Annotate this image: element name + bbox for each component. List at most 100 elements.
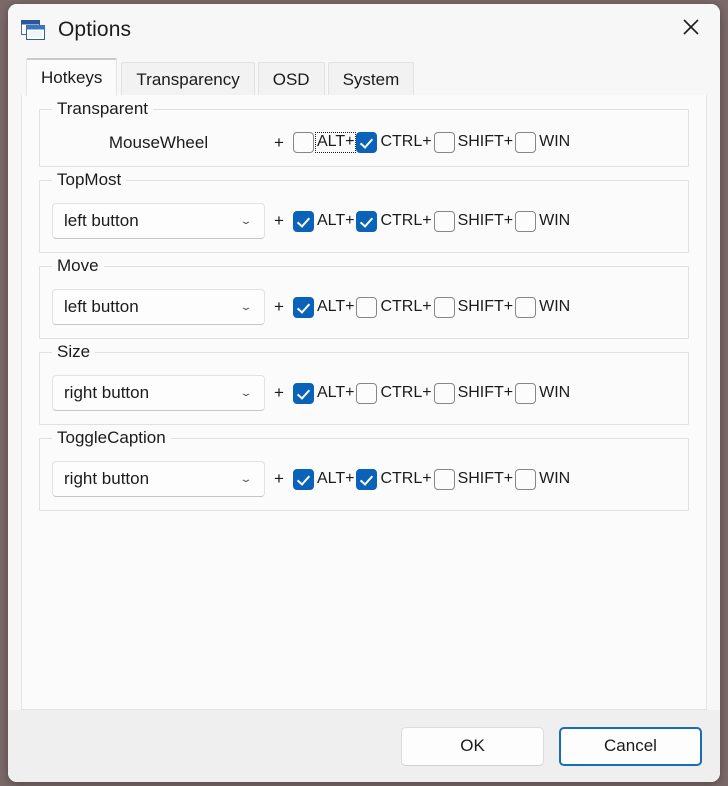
- modifier-ctrl-togglecaption: CTRL+: [356, 468, 433, 490]
- tab-hotkeys[interactable]: Hotkeys: [26, 58, 118, 96]
- checkbox-label-win-size: WIN: [539, 383, 571, 401]
- modifier-shift-togglecaption: SHIFT+: [433, 468, 516, 490]
- checkbox-ctrl-togglecaption[interactable]: [356, 468, 378, 490]
- checkbox-win-move[interactable]: [515, 296, 537, 318]
- hotkey-row-transparent: MouseWheel + ALT+ CTRL+ SHIFT+ WIN: [52, 132, 676, 153]
- modifier-alt-togglecaption: ALT+: [292, 468, 357, 490]
- trigger-select-topmost[interactable]: left button ⌄: [52, 203, 265, 239]
- modifier-shift-move: SHIFT+: [433, 296, 516, 318]
- checkbox-ctrl-move[interactable]: [356, 296, 378, 318]
- checkbox-label-ctrl-togglecaption: CTRL+: [380, 469, 432, 487]
- checkbox-win-topmost[interactable]: [515, 210, 537, 232]
- checkbox-win-transparent[interactable]: [515, 132, 537, 153]
- trigger-select-value-togglecaption: right button: [64, 469, 150, 488]
- group-label-togglecaption: ToggleCaption: [52, 428, 171, 448]
- modifier-alt-size: ALT+: [292, 382, 357, 404]
- checkbox-shift-size[interactable]: [433, 382, 455, 404]
- modifier-win-togglecaption: WIN: [515, 468, 572, 490]
- checkbox-label-alt-togglecaption: ALT+: [316, 469, 355, 487]
- chevron-down-icon: ⌄: [239, 387, 253, 399]
- hotkey-row-move: left button ⌄ + ALT+ CTRL+ SHIFT+ WIN: [52, 289, 676, 325]
- checkbox-shift-move[interactable]: [433, 296, 455, 318]
- modifier-ctrl-topmost: CTRL+: [356, 210, 433, 232]
- checkbox-label-shift-topmost: SHIFT+: [457, 211, 514, 229]
- windows-stack-icon: [20, 17, 46, 43]
- checkbox-label-win-move: WIN: [539, 297, 571, 315]
- modifier-shift-topmost: SHIFT+: [433, 210, 516, 232]
- group-label-size: Size: [52, 342, 96, 362]
- checkbox-ctrl-size[interactable]: [356, 382, 378, 404]
- hotkey-row-topmost: left button ⌄ + ALT+ CTRL+ SHIFT+ WIN: [52, 203, 676, 239]
- group-topmost: TopMost left button ⌄ + ALT+ CTRL+ SHIFT+ WIN: [39, 170, 689, 253]
- checkbox-label-ctrl-move: CTRL+: [380, 297, 432, 315]
- checkbox-shift-topmost[interactable]: [433, 210, 455, 232]
- title-bar: Options: [8, 4, 720, 56]
- modifier-ctrl-move: CTRL+: [356, 296, 433, 318]
- group-size: Size right button ⌄ + ALT+ CTRL+ SHIFT+ WIN: [39, 342, 689, 425]
- checkbox-label-shift-togglecaption: SHIFT+: [457, 469, 514, 487]
- cancel-button[interactable]: Cancel: [559, 726, 702, 766]
- trigger-select-move[interactable]: left button ⌄: [52, 289, 265, 325]
- checkbox-label-alt-move: ALT+: [316, 297, 355, 315]
- plus-separator: +: [274, 297, 284, 316]
- checkbox-label-alt-size: ALT+: [316, 383, 355, 401]
- hotkey-row-size: right button ⌄ + ALT+ CTRL+ SHIFT+ WIN: [52, 375, 676, 411]
- checkbox-label-win-togglecaption: WIN: [539, 469, 571, 487]
- checkbox-label-ctrl-transparent: CTRL+: [380, 133, 432, 151]
- checkbox-alt-size[interactable]: [292, 382, 314, 404]
- checkbox-ctrl-transparent[interactable]: [356, 132, 378, 153]
- trigger-label-transparent: MouseWheel: [108, 132, 209, 152]
- tab-transparency[interactable]: Transparency: [121, 62, 255, 95]
- checkbox-label-ctrl-topmost: CTRL+: [380, 211, 432, 229]
- plus-separator: +: [274, 469, 284, 488]
- chevron-down-icon: ⌄: [239, 215, 253, 227]
- trigger-select-value-move: left button: [64, 297, 139, 316]
- modifier-ctrl-size: CTRL+: [356, 382, 433, 404]
- trigger-select-togglecaption[interactable]: right button ⌄: [52, 461, 265, 497]
- tab-strip: Hotkeys Transparency OSD System: [8, 56, 720, 96]
- checkbox-label-win-topmost: WIN: [539, 211, 571, 229]
- plus-separator: +: [274, 132, 284, 152]
- modifier-shift-transparent: SHIFT+: [433, 132, 516, 153]
- modifier-win-move: WIN: [515, 296, 572, 318]
- dialog-footer: OK Cancel: [8, 710, 720, 782]
- group-label-move: Move: [52, 256, 104, 276]
- checkbox-alt-togglecaption[interactable]: [292, 468, 314, 490]
- checkbox-win-size[interactable]: [515, 382, 537, 404]
- ok-button[interactable]: OK: [401, 726, 544, 766]
- chevron-down-icon: ⌄: [239, 473, 253, 485]
- group-label-transparent: Transparent: [52, 99, 154, 119]
- checkbox-shift-transparent[interactable]: [433, 132, 455, 153]
- modifier-ctrl-transparent: CTRL+: [356, 132, 433, 153]
- checkbox-label-ctrl-size: CTRL+: [380, 383, 432, 401]
- plus-separator: +: [274, 383, 284, 402]
- plus-separator: +: [274, 211, 284, 230]
- close-icon[interactable]: [662, 4, 720, 50]
- modifier-win-topmost: WIN: [515, 210, 572, 232]
- checkbox-label-alt-topmost: ALT+: [316, 211, 355, 229]
- window-title: Options: [58, 18, 132, 41]
- group-transparent: Transparent MouseWheel + ALT+ CTRL+ SHIFT+ WIN: [39, 99, 689, 167]
- checkbox-ctrl-topmost[interactable]: [356, 210, 378, 232]
- trigger-select-value-topmost: left button: [64, 211, 139, 230]
- trigger-select-size[interactable]: right button ⌄: [52, 375, 265, 411]
- modifier-alt-move: ALT+: [292, 296, 357, 318]
- tab-system[interactable]: System: [327, 62, 415, 95]
- checkbox-alt-topmost[interactable]: [292, 210, 314, 232]
- chevron-down-icon: ⌄: [239, 301, 253, 313]
- hotkey-row-togglecaption: right button ⌄ + ALT+ CTRL+ SHIFT+ WIN: [52, 461, 676, 497]
- checkbox-alt-move[interactable]: [292, 296, 314, 318]
- checkbox-label-shift-transparent: SHIFT+: [457, 133, 514, 151]
- modifier-shift-size: SHIFT+: [433, 382, 516, 404]
- checkbox-label-alt-transparent: ALT+: [314, 132, 357, 153]
- checkbox-label-win-transparent: WIN: [539, 133, 571, 151]
- tab-osd[interactable]: OSD: [257, 62, 325, 95]
- checkbox-label-shift-move: SHIFT+: [457, 297, 514, 315]
- modifier-win-size: WIN: [515, 382, 572, 404]
- checkbox-win-togglecaption[interactable]: [515, 468, 537, 490]
- modifier-win-transparent: WIN: [515, 132, 572, 153]
- checkbox-alt-transparent[interactable]: [292, 132, 314, 153]
- tab-panel-hotkeys: Transparent MouseWheel + ALT+ CTRL+ SHIFT+ WIN…: [21, 94, 707, 710]
- group-label-topmost: TopMost: [52, 170, 127, 190]
- checkbox-shift-togglecaption[interactable]: [433, 468, 455, 490]
